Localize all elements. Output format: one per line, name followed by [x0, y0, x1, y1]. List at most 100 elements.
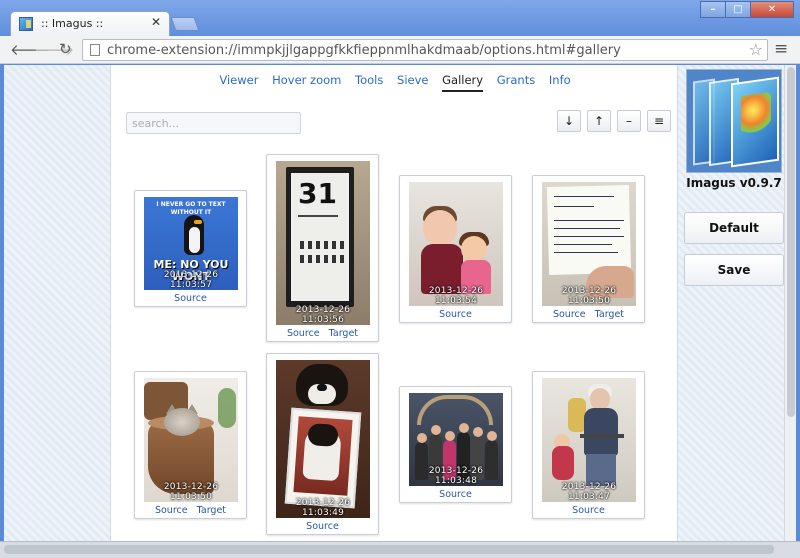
gallery-item[interactable]: 2013-12-26 11:03:49 Source: [266, 353, 379, 535]
vertical-scrollbar-thumb[interactable]: [787, 67, 795, 417]
tab-viewer[interactable]: Viewer: [219, 73, 258, 90]
url-text[interactable]: chrome-extension://immpkjjlgappgfkkfiepp…: [107, 43, 621, 58]
window-titlebar: :: Imagus :: ✕ – □ ✕: [0, 0, 800, 36]
gallery-item[interactable]: 2013-12-26 11:03:54 Source: [399, 175, 512, 323]
gallery-thumbnail[interactable]: 2013-12-26 11:03:49: [276, 360, 370, 518]
penguin-beak: [194, 220, 202, 224]
elder-face: [590, 388, 610, 410]
doll-face: [461, 236, 487, 262]
item-links: Source Target: [267, 328, 378, 339]
gallery-thumbnail[interactable]: 2013-12-26 11:03:48: [409, 393, 503, 486]
sign-number: 31: [298, 177, 337, 210]
gallery-item[interactable]: 2013-12-26 11:03:48 Source: [399, 386, 512, 503]
default-button[interactable]: Default: [684, 212, 784, 244]
sort-descending-button[interactable]: ↓: [557, 110, 581, 132]
handwriting-line: [554, 196, 614, 197]
baby-face: [423, 210, 457, 246]
sign-line: [298, 215, 338, 217]
child-body: [552, 446, 574, 480]
timestamp: 2013-12-26 11:03:57: [163, 270, 219, 290]
item-links: Source Target: [533, 309, 644, 320]
address-bar[interactable]: chrome-extension://immpkjjlgappgfkkfiepp…: [82, 39, 768, 61]
target-link[interactable]: Target: [197, 505, 226, 516]
timestamp: 2013-12-26 11:03:50: [163, 482, 219, 502]
horizontal-scrollbar-thumb[interactable]: [4, 545, 774, 554]
source-link[interactable]: Source: [287, 328, 320, 339]
star-icon[interactable]: ☆: [749, 40, 763, 59]
page-viewport: Viewer Hover zoom Tools Sieve Gallery Gr…: [4, 65, 796, 541]
timestamp: 2013-12-26 11:03:56: [295, 305, 351, 325]
tab-info[interactable]: Info: [549, 73, 571, 90]
handwriting-line: [554, 220, 624, 221]
gallery-item[interactable]: 31 2013-12-26 11:03:56 Source Target: [266, 154, 379, 342]
source-link[interactable]: Source: [572, 505, 605, 516]
person-head: [417, 433, 427, 443]
timestamp: 2013-12-26 11:03:49: [295, 498, 351, 518]
sort-ascending-button[interactable]: ↑: [587, 110, 611, 132]
minimize-button[interactable]: –: [700, 1, 726, 18]
item-links: Source: [267, 521, 378, 532]
gallery-thumbnail[interactable]: 31 2013-12-26 11:03:56: [276, 161, 370, 325]
handwriting-line: [554, 228, 620, 229]
save-button[interactable]: Save: [684, 254, 784, 286]
item-links: Source: [135, 293, 246, 304]
target-link[interactable]: Target: [329, 328, 358, 339]
browser-tab[interactable]: :: Imagus :: ✕: [10, 11, 170, 36]
hamburger-menu-icon[interactable]: ≡: [774, 39, 788, 59]
source-link[interactable]: Source: [174, 293, 207, 304]
horizontal-scrollbar[interactable]: [0, 541, 800, 558]
tab-hover-zoom[interactable]: Hover zoom: [272, 73, 341, 90]
gallery-menu-button[interactable]: ≡: [647, 110, 671, 132]
gallery-search-input[interactable]: [126, 112, 301, 134]
cat-face: [164, 408, 200, 436]
source-link[interactable]: Source: [155, 505, 188, 516]
page-icon: [90, 44, 100, 56]
remove-button[interactable]: –: [617, 110, 641, 132]
reload-icon[interactable]: ↻: [59, 40, 72, 58]
gallery-item[interactable]: 2013-12-26 11:03:50 Source Target: [134, 371, 247, 519]
source-link[interactable]: Source: [439, 309, 472, 320]
gallery-thumbnail[interactable]: 2013-12-26 11:03:50: [542, 182, 636, 306]
chair: [580, 434, 624, 438]
gallery-thumbnail[interactable]: 2013-12-26 11:03:54: [409, 182, 503, 306]
maximize-button[interactable]: □: [725, 1, 751, 18]
tab-grants[interactable]: Grants: [497, 73, 535, 90]
person-head: [431, 425, 441, 435]
item-links: Source Target: [135, 505, 246, 516]
sign-icon-row: [300, 241, 345, 249]
vertical-scrollbar[interactable]: [784, 65, 796, 541]
handwriting-line: [554, 206, 594, 207]
source-link[interactable]: Source: [306, 521, 339, 532]
handwriting-line: [554, 236, 624, 237]
tab-sieve[interactable]: Sieve: [397, 73, 428, 90]
logo-heatmap: [741, 91, 771, 137]
gallery-item[interactable]: 2013-12-26 11:03:50 Source Target: [532, 175, 645, 323]
gallery-thumbnail[interactable]: 2013-12-26 11:03:50: [144, 378, 238, 502]
tab-close-icon[interactable]: ✕: [151, 15, 161, 29]
imagus-logo: [686, 69, 782, 173]
tab-tools[interactable]: Tools: [355, 73, 383, 90]
person-head: [487, 431, 497, 441]
gallery-thumbnail[interactable]: 2013-12-26 11:03:47: [542, 378, 636, 502]
gallery-item[interactable]: 2013-12-26 11:03:47 Source: [532, 371, 645, 519]
penguin-belly: [189, 227, 200, 253]
timestamp: 2013-12-26 11:03:50: [561, 286, 617, 306]
gallery-thumbnail[interactable]: I NEVER GO TO TEXT WITHOUT IT ME: NO YOU…: [144, 197, 238, 290]
gallery-item[interactable]: I NEVER GO TO TEXT WITHOUT IT ME: NO YOU…: [134, 190, 247, 307]
person-head: [459, 423, 469, 433]
item-links: Source: [533, 505, 644, 516]
source-link[interactable]: Source: [553, 309, 586, 320]
new-tab-button[interactable]: [170, 17, 200, 31]
source-link[interactable]: Source: [439, 489, 472, 500]
tab-gallery[interactable]: Gallery: [442, 73, 484, 92]
item-links: Source: [400, 489, 511, 500]
target-link[interactable]: Target: [595, 309, 624, 320]
person-head: [445, 431, 455, 441]
window-controls: – □ ✕: [700, 1, 794, 18]
arch: [417, 395, 493, 425]
imagus-favicon-icon: [19, 17, 33, 31]
close-window-button[interactable]: ✕: [750, 1, 794, 18]
browser-toolbar: 🡐 🡒 ↻ chrome-extension://immpkjjlgappgfk…: [0, 36, 800, 64]
elder-body: [584, 408, 618, 456]
page-background-left: [4, 65, 110, 541]
